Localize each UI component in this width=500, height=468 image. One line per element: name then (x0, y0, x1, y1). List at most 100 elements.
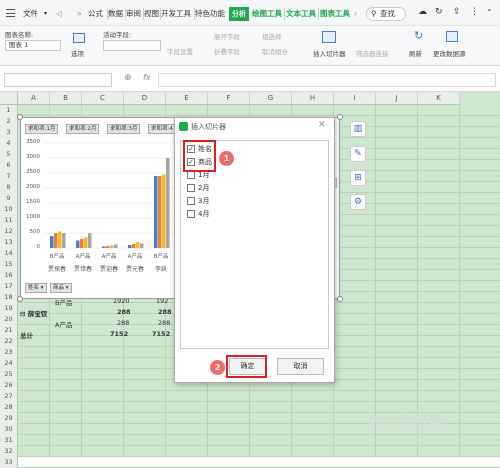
row-header-1[interactable]: 1 (0, 105, 18, 116)
share-icon[interactable]: ⇪ (453, 6, 461, 18)
row-header-19[interactable]: 19 (0, 303, 18, 314)
tab-special[interactable]: 特色功能 (195, 8, 225, 20)
bar-1-1[interactable] (80, 239, 84, 248)
tab-chart-tools[interactable]: 图表工具 (320, 8, 350, 20)
resize-handle-tr[interactable] (337, 114, 343, 120)
tab-analysis[interactable]: 分析 (229, 7, 249, 21)
row-header-27[interactable]: 27 (0, 391, 18, 402)
row-header-22[interactable]: 22 (0, 336, 18, 347)
column-header-h[interactable]: H (292, 92, 334, 105)
bar-1-3[interactable] (132, 244, 136, 248)
field-checkbox-5[interactable] (187, 210, 195, 218)
field-checkbox-2[interactable] (187, 171, 195, 179)
field-button-apr[interactable]: 求和项:4 (148, 124, 176, 134)
collapse-field-button[interactable]: 折叠字段 (214, 46, 240, 56)
row-header-14[interactable]: 14 (0, 248, 18, 259)
bar-3-2[interactable] (114, 244, 118, 248)
chart-elements-icon[interactable]: ▥ (350, 121, 366, 137)
chart-style-icon[interactable]: ✎ (350, 146, 366, 162)
field-checkbox-3[interactable] (187, 184, 195, 192)
bar-3-4[interactable] (166, 158, 170, 248)
field-settings-button[interactable]: 字段设置 (167, 46, 193, 56)
zoom-icon[interactable]: ⊕ (124, 73, 132, 83)
row-header-12[interactable]: 12 (0, 226, 18, 237)
row-header-4[interactable]: 4 (0, 138, 18, 149)
tab-view[interactable]: 视图 (144, 8, 159, 20)
row-header-15[interactable]: 15 (0, 259, 18, 270)
cell-c22[interactable]: 7152 (110, 330, 128, 338)
hamburger-icon[interactable] (6, 9, 15, 17)
row-header-2[interactable]: 2 (0, 116, 18, 127)
collapse-ribbon-icon[interactable]: ⌃ (486, 7, 493, 19)
cloud-icon[interactable]: ☁ (418, 6, 427, 18)
column-header-i[interactable]: I (334, 92, 376, 105)
row-header-7[interactable]: 7 (0, 171, 18, 182)
row-header-11[interactable]: 11 (0, 215, 18, 226)
column-header-g[interactable]: G (250, 92, 292, 105)
bar-2-0[interactable] (58, 231, 62, 249)
row-header-9[interactable]: 9 (0, 193, 18, 204)
row-header-30[interactable]: 30 (0, 424, 18, 435)
column-header-a[interactable]: A (18, 92, 50, 105)
tab-review[interactable]: 审阅 (126, 8, 141, 20)
field-button-jan[interactable]: 求和项:1月 (25, 124, 59, 134)
fx-label[interactable]: fx (143, 73, 151, 82)
cell-c20[interactable]: 288 (117, 308, 131, 316)
row-header-10[interactable]: 10 (0, 204, 18, 215)
bar-0-0[interactable] (50, 236, 54, 248)
chart-name-input[interactable]: 图表 1 (5, 40, 61, 51)
field-checkbox-4[interactable] (187, 197, 195, 205)
tab-text-tools[interactable]: 文本工具 (286, 8, 316, 20)
row-header-32[interactable]: 32 (0, 446, 18, 457)
column-header-f[interactable]: F (208, 92, 250, 105)
row-header-18[interactable]: 18 (0, 292, 18, 303)
cell-d21[interactable]: 288 (158, 319, 170, 327)
column-header-b[interactable]: B (50, 92, 82, 105)
filter-button-name[interactable]: 姓名 ▾ (25, 283, 47, 293)
active-field-input[interactable] (103, 40, 161, 51)
group-select-button[interactable]: 组选择 (262, 31, 282, 41)
bar-2-1[interactable] (84, 237, 88, 249)
cell-a22[interactable]: 总计 (20, 330, 33, 340)
filter-button-product[interactable]: 商品 ▾ (50, 283, 72, 293)
column-header-j[interactable]: J (376, 92, 418, 105)
filter-connection-button[interactable]: 筛选器连接 (356, 48, 389, 58)
refresh-button[interactable]: 刷新 (409, 48, 422, 58)
resize-handle-bl[interactable] (17, 296, 23, 302)
bar-3-0[interactable] (62, 233, 66, 248)
resize-handle-tl[interactable] (17, 114, 23, 120)
change-source-icon[interactable] (446, 31, 458, 42)
formula-input[interactable] (158, 73, 496, 87)
ungroup-button[interactable]: 取消组合 (262, 46, 288, 56)
menu-file[interactable]: 文件 (23, 8, 38, 20)
row-header-8[interactable]: 8 (0, 182, 18, 193)
chart-settings-icon[interactable]: ⚙ (350, 194, 366, 210)
bar-0-3[interactable] (128, 245, 132, 248)
change-source-button[interactable]: 更改数据源 (433, 48, 466, 58)
more-icon[interactable]: ⋮ (470, 6, 479, 18)
tab-drawing-tools[interactable]: 绘图工具 (252, 8, 282, 20)
bar-2-3[interactable] (136, 242, 140, 248)
field-button-feb[interactable]: 求和项:2月 (66, 124, 100, 134)
row-header-29[interactable]: 29 (0, 413, 18, 424)
tab-developer[interactable]: 开发工具 (161, 8, 191, 20)
cancel-button[interactable]: 取消 (277, 358, 324, 375)
bar-0-2[interactable] (102, 246, 106, 249)
row-header-21[interactable]: 21 (0, 325, 18, 336)
bar-3-1[interactable] (88, 233, 92, 248)
row-header-24[interactable]: 24 (0, 358, 18, 369)
name-box[interactable] (4, 73, 112, 87)
row-header-6[interactable]: 6 (0, 160, 18, 171)
bar-3-3[interactable] (140, 243, 144, 249)
tab-data[interactable]: 数据 (108, 8, 123, 20)
row-header-25[interactable]: 25 (0, 369, 18, 380)
row-header-3[interactable]: 3 (0, 127, 18, 138)
options-button[interactable]: 选项 (71, 48, 84, 58)
expand-field-button[interactable]: 展开字段 (214, 31, 240, 41)
bar-1-2[interactable] (106, 245, 110, 248)
resize-handle-br[interactable] (337, 296, 343, 302)
cell-d22[interactable]: 7152 (152, 330, 170, 338)
column-header-e[interactable]: E (166, 92, 208, 105)
cell-c21[interactable]: 288 (117, 319, 129, 327)
chart-filter-icon[interactable]: ⊞ (350, 170, 366, 186)
